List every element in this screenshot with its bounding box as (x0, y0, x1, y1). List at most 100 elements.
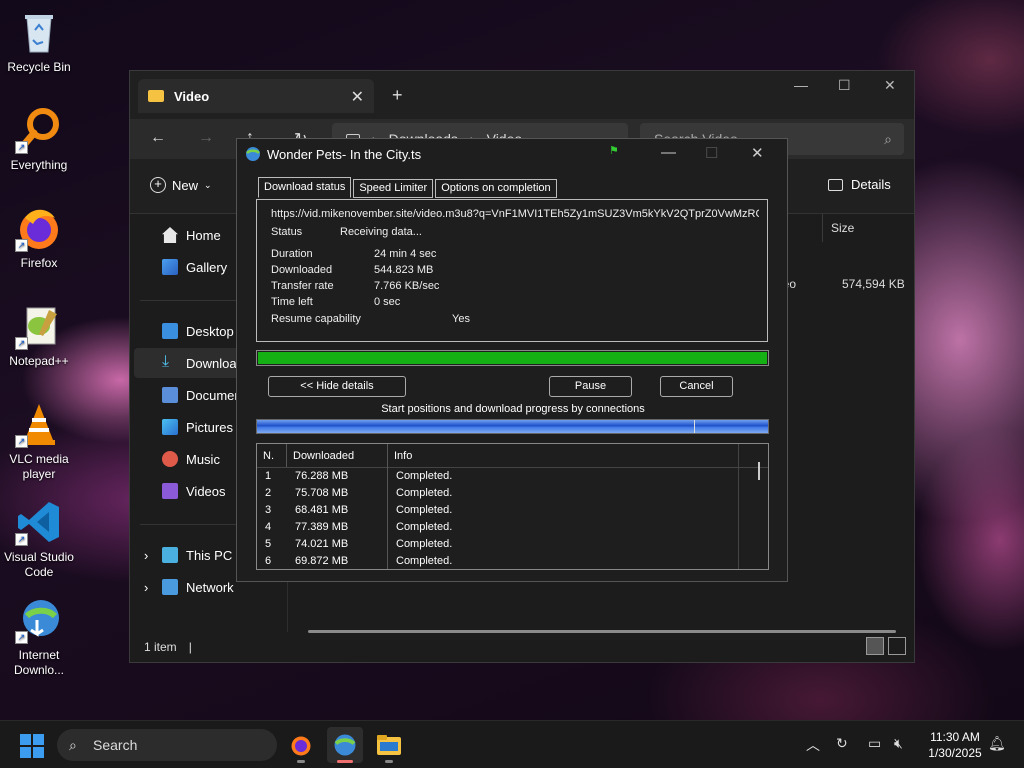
column-header-downloaded[interactable]: Downloaded (287, 444, 388, 467)
explorer-titlebar: Video ✕ + — ☐ ✕ (130, 71, 914, 119)
explorer-status-bar: 1 item | (130, 632, 914, 662)
tab-options-on-completion[interactable]: Options on completion (435, 179, 557, 198)
pictures-icon (162, 419, 178, 435)
chevron-up-icon[interactable]: ︿ (806, 735, 820, 755)
connection-row: 2 75.708 MB Completed. (257, 485, 768, 502)
column-header-n[interactable]: N. (257, 444, 287, 467)
column-header-info[interactable]: Info (388, 444, 768, 467)
connection-number: 4 (265, 521, 272, 533)
connection-row: 6 69.872 MB Completed. (257, 553, 768, 569)
desktop-icon-vscode[interactable]: ↗ Visual Studio Code (0, 498, 78, 580)
duration-label: Duration (271, 248, 313, 260)
sidebar-item-label: Pictures (186, 419, 233, 435)
taskbar-clock[interactable]: 11:30 AM 1/30/2025 (916, 729, 994, 761)
details-view-icon[interactable] (866, 637, 884, 655)
resume-label: Resume capability (271, 313, 361, 325)
duration-value: 24 min 4 sec (374, 248, 437, 260)
pause-button[interactable]: Pause (549, 376, 632, 397)
idm-icon: ↗ (15, 596, 63, 644)
desktop-icon-label: Visual Studio Code (4, 550, 74, 579)
tab-speed-limiter[interactable]: Speed Limiter (353, 179, 434, 198)
scrollbar-thumb[interactable] (758, 462, 760, 480)
time-left-value: 0 sec (374, 296, 401, 308)
clock-date: 1/30/2025 (928, 746, 982, 760)
cancel-button[interactable]: Cancel (660, 376, 733, 397)
connection-info: Completed. (396, 487, 453, 499)
downloaded-value: 544.823 MB (374, 264, 434, 276)
volume-muted-icon[interactable]: 🔇︎ (894, 735, 903, 752)
start-button[interactable] (20, 734, 44, 758)
desktop-icon-everything[interactable]: ↗ Everything (0, 106, 78, 173)
hide-details-button[interactable]: << Hide details (268, 376, 406, 397)
sidebar-item-label: Music (186, 451, 220, 467)
connection-info: Completed. (396, 538, 453, 550)
desktop-icon-firefox[interactable]: ↗ Firefox (0, 204, 78, 271)
close-icon[interactable]: ✕ (884, 77, 896, 94)
desktop-icon-label: Everything (10, 158, 68, 172)
notifications-bell-icon[interactable]: 🔔︎ (988, 735, 1006, 752)
connection-downloaded: 74.021 MB (295, 538, 349, 550)
idm-icon (334, 734, 356, 756)
network-icon (162, 579, 178, 595)
explorer-tab[interactable]: Video ✕ (138, 79, 374, 113)
taskbar-idm[interactable] (327, 727, 363, 763)
recycle-bin-icon (15, 8, 63, 56)
tiles-view-icon[interactable] (888, 637, 906, 655)
connection-downloaded: 69.872 MB (295, 555, 349, 567)
connections-caption: Start positions and download progress by… (381, 403, 645, 415)
maximize-icon[interactable]: ☐ (838, 77, 851, 94)
new-button[interactable]: + New ⌄ (150, 177, 212, 193)
forward-icon[interactable]: → (198, 129, 214, 147)
connection-downloaded: 76.288 MB (295, 470, 349, 482)
notepadpp-icon: ↗ (15, 302, 63, 350)
transfer-rate-value: 7.766 KB/sec (374, 280, 440, 292)
details-label: Details (851, 177, 891, 192)
connection-number: 3 (265, 504, 272, 516)
download-icon: ⤓ (162, 353, 170, 370)
network-monitor-icon[interactable]: ▭ (868, 735, 881, 752)
column-header-label: Size (831, 221, 855, 235)
connection-number: 5 (265, 538, 272, 550)
desktop-icon-label: VLC media player (9, 452, 69, 481)
close-tab-icon[interactable]: ✕ (351, 87, 364, 107)
downloaded-label: Downloaded (271, 264, 333, 276)
computer-icon (162, 547, 178, 563)
desktop-icon-vlc[interactable]: ↗ VLC media player (0, 400, 78, 482)
time-left-label: Time left (271, 296, 313, 308)
download-progress-bar (256, 350, 769, 366)
desktop-icon-recycle-bin[interactable]: Recycle Bin (0, 8, 78, 75)
connection-downloaded: 68.481 MB (295, 504, 349, 516)
start-tile (20, 734, 31, 745)
transfer-rate-label: Transfer rate (271, 280, 334, 292)
tab-download-status[interactable]: Download status (258, 177, 352, 198)
column-header-size[interactable]: Size (822, 214, 908, 242)
taskbar-file-explorer[interactable] (371, 727, 407, 763)
transfer-rate-row: Transfer rate 7.766 KB/sec (271, 280, 439, 292)
download-status-panel: https://vid.mikenovember.site/video.m3u8… (256, 199, 768, 342)
minimize-icon[interactable]: — (661, 144, 676, 161)
desktop-icon-notepadpp[interactable]: ↗ Notepad++ (0, 302, 78, 369)
connection-number: 1 (265, 470, 272, 482)
taskbar-search-input[interactable]: ⌕ Search (57, 729, 277, 761)
idm-tray-icon[interactable]: ↻ (836, 735, 848, 752)
new-tab-icon[interactable]: + (392, 85, 403, 106)
maximize-icon[interactable]: ☐ (705, 144, 718, 162)
column-divider (387, 444, 388, 569)
minimize-icon[interactable]: — (794, 77, 808, 93)
status-row: Status Receiving data... (271, 226, 422, 238)
desktop-icon-idm[interactable]: ↗ Internet Downlo... (0, 596, 78, 678)
chevron-right-icon: › (144, 547, 149, 563)
connection-info: Completed. (396, 555, 453, 567)
desktop-icon-label: Notepad++ (9, 354, 69, 368)
taskbar-firefox[interactable] (283, 727, 319, 763)
connections-table-header: N. Downloaded Info (257, 444, 768, 468)
back-icon[interactable]: ← (150, 129, 166, 147)
videos-icon (162, 483, 178, 499)
close-icon[interactable]: ✕ (751, 144, 764, 162)
connection-downloaded: 77.389 MB (295, 521, 349, 533)
details-button[interactable]: Details (828, 177, 891, 192)
home-icon (162, 227, 178, 243)
connections-scrollbar[interactable] (738, 444, 768, 569)
start-tile (33, 747, 44, 758)
clock-time: 11:30 AM (930, 730, 980, 744)
